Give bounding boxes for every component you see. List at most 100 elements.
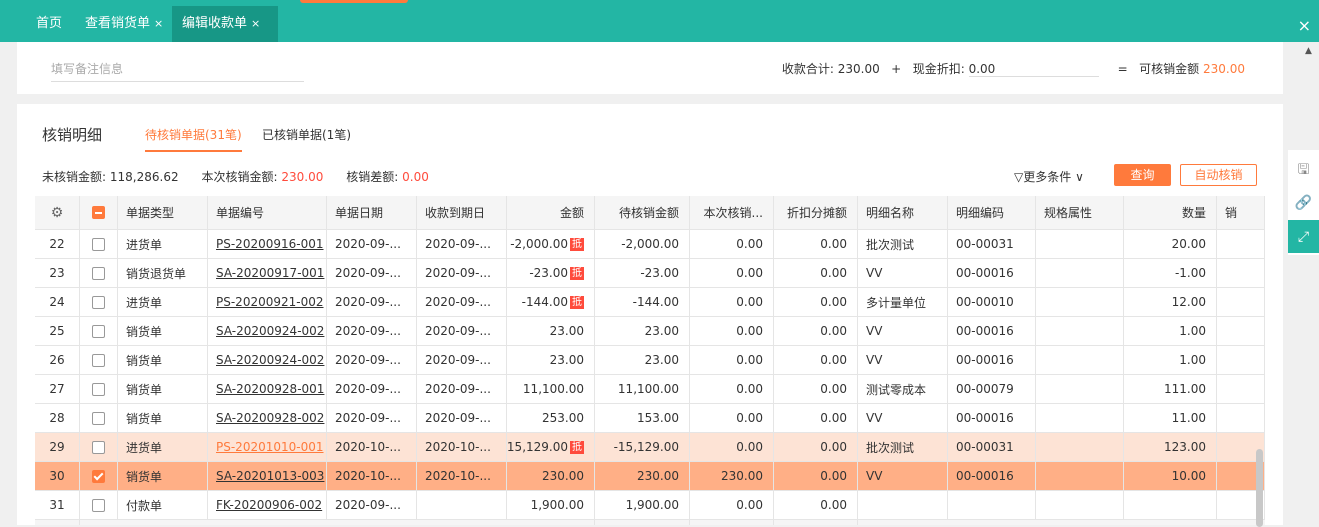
cash-discount-input[interactable]: 0.00 bbox=[968, 62, 1099, 77]
save-icon[interactable]: 🖫 bbox=[1288, 154, 1319, 187]
code-cell: 00-00016 bbox=[948, 317, 1036, 345]
qty-cell: 20.00 bbox=[1124, 230, 1217, 258]
doc-number-link[interactable]: PS-20200921-002 bbox=[216, 295, 324, 309]
trailing-cell bbox=[1217, 288, 1265, 316]
table-scrollbar[interactable] bbox=[1256, 449, 1263, 527]
more-conditions-button[interactable]: ▽更多条件 ∨ bbox=[1014, 168, 1084, 185]
query-button[interactable]: 查询 bbox=[1114, 164, 1171, 186]
due-cell: 2020-09-... bbox=[417, 288, 507, 316]
current-cell: 0.00 bbox=[690, 433, 774, 461]
spec-cell bbox=[1036, 346, 1124, 374]
date-cell: 2020-09-... bbox=[327, 288, 417, 316]
row-select-cell bbox=[80, 491, 118, 519]
offset-badge: 抵 bbox=[570, 440, 584, 454]
table-row[interactable]: 25 销货单 SA-20200924-002 2020-09-... 2020-09-.… bbox=[35, 317, 1265, 346]
writeoff-summary: 未核销金额: 118,286.62 本次核销金额: 230.00 核销差额: 0… bbox=[42, 168, 429, 185]
expand-icon[interactable]: ⤢ bbox=[1288, 220, 1319, 253]
doc-number-link[interactable]: FK-20200906-002 bbox=[216, 498, 322, 512]
gear-icon[interactable]: ⚙ bbox=[51, 205, 64, 221]
current-cell: 0.00 bbox=[690, 317, 774, 345]
row-select-cell bbox=[80, 230, 118, 258]
doc-number-link[interactable]: SA-20201013-003 bbox=[216, 469, 324, 483]
row-checkbox[interactable] bbox=[92, 498, 105, 512]
auto-writeoff-button[interactable]: 自动核销 bbox=[1180, 164, 1257, 186]
due-cell: 2020-09-... bbox=[417, 346, 507, 374]
row-checkbox[interactable] bbox=[92, 266, 105, 280]
amount-value: -144.00 bbox=[521, 295, 568, 309]
code-cell: 00-00016 bbox=[948, 404, 1036, 432]
select-all-cell bbox=[80, 196, 118, 229]
spec-cell bbox=[1036, 288, 1124, 316]
row-checkbox[interactable] bbox=[92, 440, 105, 454]
doc-number-link[interactable]: SA-20200928-001 bbox=[216, 382, 324, 396]
tab-done-docs[interactable]: 已核销单据(1笔) bbox=[262, 126, 351, 143]
row-checkbox[interactable] bbox=[92, 324, 105, 338]
qty-cell: 11.00 bbox=[1124, 404, 1217, 432]
qty-cell bbox=[1124, 491, 1217, 519]
docno-cell: SA-20200924-002 bbox=[208, 317, 327, 345]
close-icon[interactable]: × bbox=[251, 17, 260, 30]
table-row[interactable]: 29 进货单 PS-20201010-001 2020-10-... 2020-10-.… bbox=[35, 433, 1265, 462]
table-row[interactable]: 24 进货单 PS-20200921-002 2020-09-... 2020-09-.… bbox=[35, 288, 1265, 317]
row-checkbox[interactable] bbox=[92, 295, 105, 309]
section-title: 核销明细 bbox=[42, 126, 103, 144]
column-header: 折扣分摊额 bbox=[774, 196, 858, 229]
link-icon[interactable]: 🔗 bbox=[1288, 186, 1319, 219]
qty-cell: -1.00 bbox=[1124, 259, 1217, 287]
tab-pending-docs[interactable]: 待核销单据(31笔) bbox=[145, 126, 242, 152]
doc-number-link[interactable]: PS-20200916-001 bbox=[216, 237, 324, 251]
row-checkbox[interactable] bbox=[92, 469, 105, 483]
current-cell: 0.00 bbox=[690, 230, 774, 258]
receipt-total-label: 收款合计: bbox=[781, 62, 834, 76]
current-cell: 0.00 bbox=[690, 375, 774, 403]
trailing-cell bbox=[1217, 404, 1265, 432]
type-cell: 销货单 bbox=[118, 346, 208, 374]
due-cell: 2020-09-... bbox=[417, 317, 507, 345]
row-checkbox[interactable] bbox=[92, 382, 105, 396]
code-cell: 00-00016 bbox=[948, 462, 1036, 490]
filter-icon: ▽ bbox=[1014, 170, 1024, 184]
due-cell: 2020-09-... bbox=[417, 230, 507, 258]
trailing-cell bbox=[1217, 375, 1265, 403]
row-checkbox[interactable] bbox=[92, 237, 105, 251]
select-all-checkbox[interactable] bbox=[92, 206, 105, 219]
column-header: 本次核销... bbox=[690, 196, 774, 229]
tab-edit-receipt[interactable]: 编辑收款单 × bbox=[172, 6, 278, 42]
row-checkbox[interactable] bbox=[92, 411, 105, 425]
doc-number-link[interactable]: SA-20200928-002 bbox=[216, 411, 324, 425]
doc-number-link[interactable]: SA-20200924-002 bbox=[216, 353, 324, 367]
table-row[interactable]: 27 销货单 SA-20200928-001 2020-09-... 2020-09-.… bbox=[35, 375, 1265, 404]
amount-value: 23.00 bbox=[549, 324, 584, 338]
unwritten-value: 118,286.62 bbox=[109, 170, 179, 184]
doc-number-link[interactable]: PS-20201010-001 bbox=[216, 440, 324, 454]
pending-cell: 230.00 bbox=[595, 462, 690, 490]
spec-cell bbox=[1036, 317, 1124, 345]
docno-cell: PS-20200916-001 bbox=[208, 230, 327, 258]
table-row[interactable]: 30 销货单 SA-20201013-003 2020-10-... 2020-10-.… bbox=[35, 462, 1265, 491]
row-number: 25 bbox=[35, 317, 80, 345]
scroll-up-icon[interactable]: ▲ bbox=[1305, 46, 1312, 56]
table-row[interactable]: 26 销货单 SA-20200924-002 2020-09-... 2020-09-.… bbox=[35, 346, 1265, 375]
table-row[interactable]: 28 销货单 SA-20200928-002 2020-09-... 2020-09-.… bbox=[35, 404, 1265, 433]
remark-input[interactable]: 填写备注信息 bbox=[51, 60, 304, 82]
type-cell: 进货单 bbox=[118, 433, 208, 461]
docno-cell: SA-20200928-001 bbox=[208, 375, 327, 403]
amount-cell: -23.00 抵 bbox=[507, 259, 595, 287]
receipt-total-value: 230.00 bbox=[837, 62, 880, 76]
name-cell: VV bbox=[858, 346, 948, 374]
code-cell: 00-00016 bbox=[948, 259, 1036, 287]
tab-view-sales[interactable]: 查看销货单 × bbox=[75, 6, 173, 42]
date-cell: 2020-10-... bbox=[327, 433, 417, 461]
date-cell: 2020-09-... bbox=[327, 404, 417, 432]
date-cell: 2020-09-... bbox=[327, 259, 417, 287]
table-row[interactable]: 31 付款单 FK-20200906-002 2020-09-... 1,900.00 1… bbox=[35, 491, 1265, 520]
table-row[interactable]: 23 销货退货单 SA-20200917-001 2020-09-... 2020-09… bbox=[35, 259, 1265, 288]
offset-badge: 抵 bbox=[570, 237, 584, 251]
close-all-icon[interactable]: × bbox=[1298, 16, 1311, 35]
row-checkbox[interactable] bbox=[92, 353, 105, 367]
table-row[interactable]: 22 进货单 PS-20200916-001 2020-09-... 2020-09-.… bbox=[35, 230, 1265, 259]
doc-number-link[interactable]: SA-20200917-001 bbox=[216, 266, 324, 280]
doc-number-link[interactable]: SA-20200924-002 bbox=[216, 324, 324, 338]
tab-home[interactable]: 首页 bbox=[26, 6, 72, 42]
close-icon[interactable]: × bbox=[154, 17, 163, 30]
